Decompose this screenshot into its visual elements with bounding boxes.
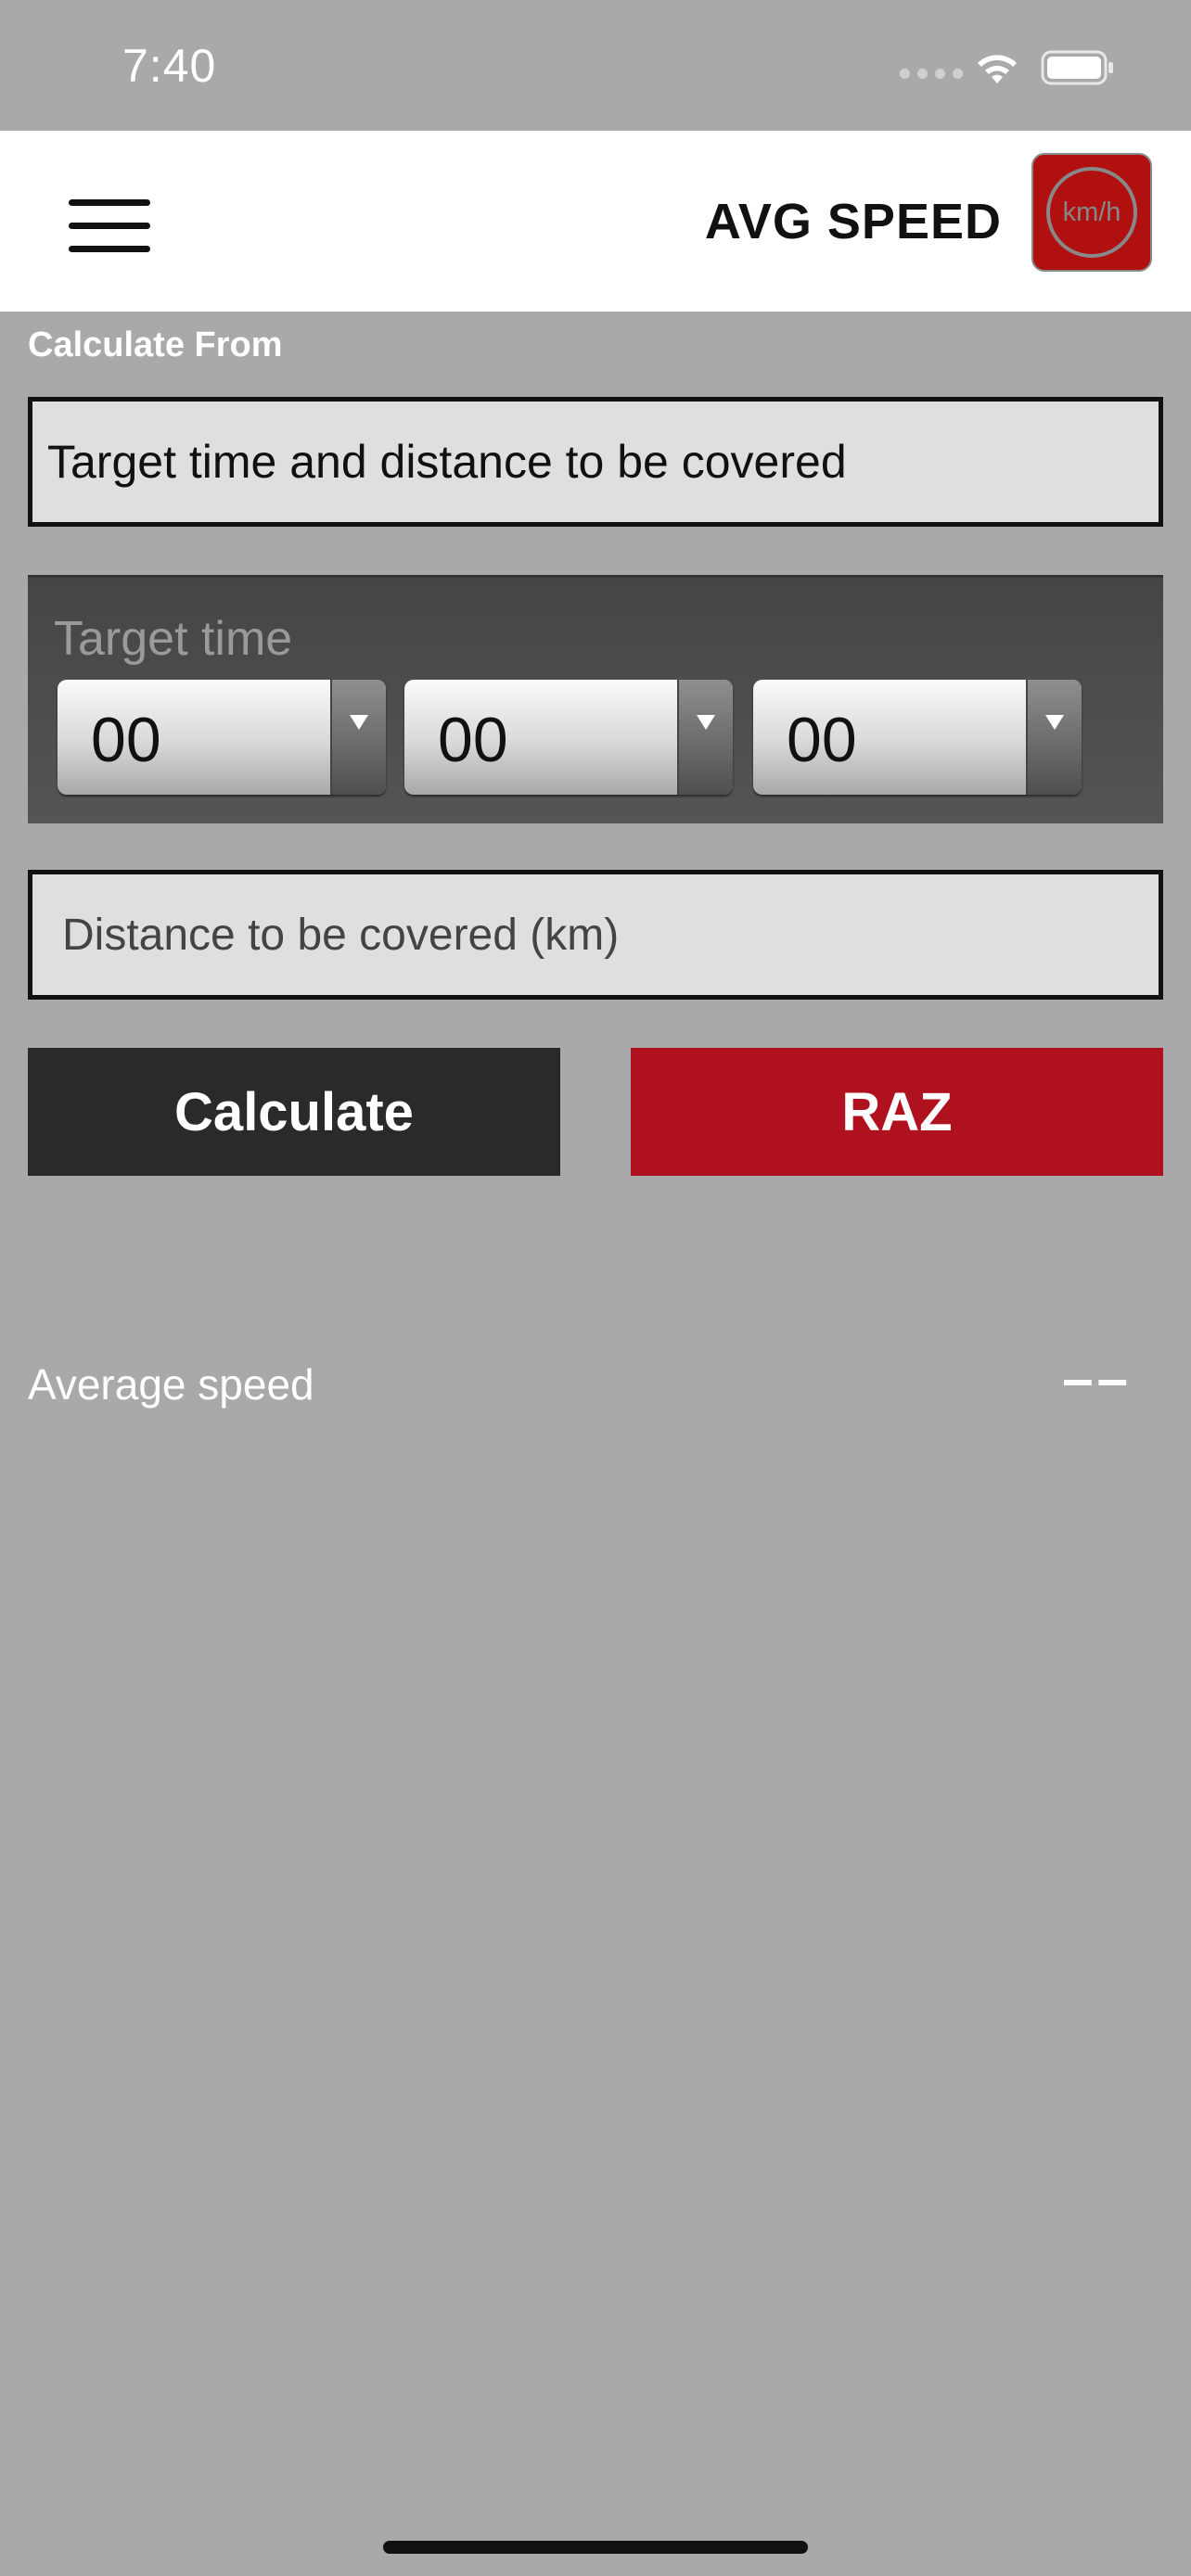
calculate-button[interactable]: Calculate [28, 1048, 560, 1176]
average-speed-label: Average speed [28, 1360, 314, 1409]
minutes-picker[interactable]: 00 [404, 680, 733, 795]
page-title: AVG SPEED [704, 194, 1002, 249]
signal-icon [900, 69, 963, 79]
chevron-down-icon [1026, 680, 1082, 795]
calculate-from-label: Calculate From [28, 325, 283, 364]
status-time: 7:40 [122, 40, 217, 92]
average-speed-value: –– [1062, 1347, 1132, 1409]
hours-picker[interactable]: 00 [58, 680, 386, 795]
wifi-icon [978, 55, 1017, 83]
minutes-value: 00 [438, 705, 508, 775]
chevron-down-icon [330, 680, 386, 795]
hamburger-menu-icon[interactable] [69, 199, 150, 253]
distance-input[interactable]: Distance to be covered (km) [28, 870, 1163, 1000]
battery-icon [1041, 50, 1113, 85]
chevron-down-icon [677, 680, 733, 795]
speed-unit-label: km/h [1046, 167, 1137, 258]
reset-button[interactable]: RAZ [631, 1048, 1163, 1176]
hours-value: 00 [91, 705, 161, 775]
calculate-from-select[interactable]: Target time and distance to be covered [28, 397, 1163, 527]
home-indicator[interactable] [383, 2541, 808, 2554]
target-time-label: Target time [54, 612, 293, 666]
target-time-panel: Target time 00 00 00 [28, 575, 1163, 823]
seconds-picker[interactable]: 00 [753, 680, 1082, 795]
app-header: AVG SPEED km/h [0, 131, 1191, 312]
seconds-value: 00 [787, 705, 857, 775]
status-bar: 7:40 [0, 0, 1191, 131]
speed-unit-badge[interactable]: km/h [1031, 153, 1152, 272]
